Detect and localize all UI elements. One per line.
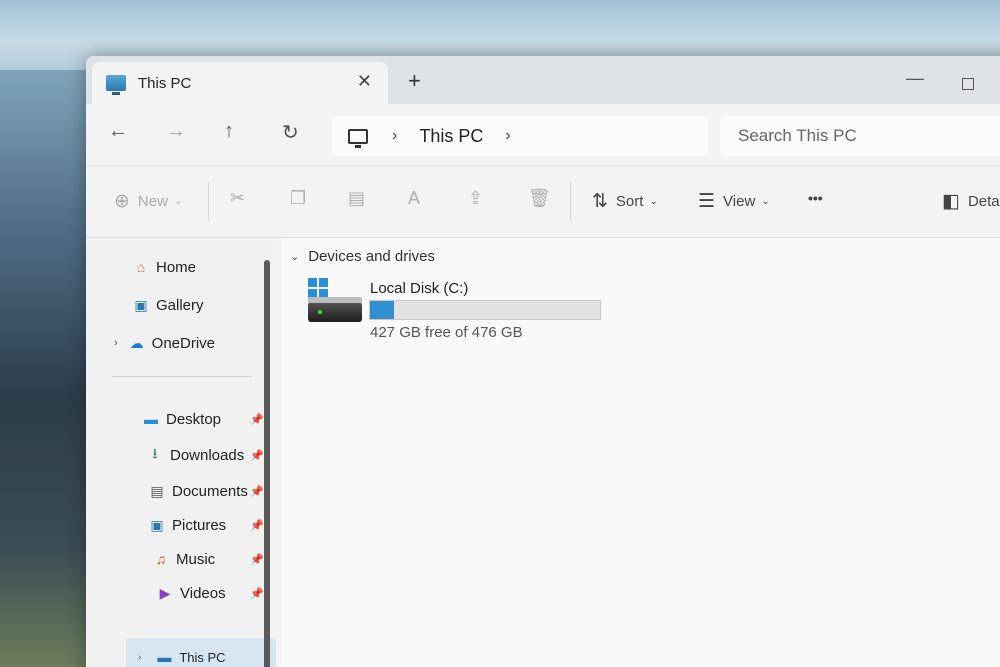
chevron-down-icon: ⌄ <box>761 196 770 207</box>
content-pane: ⌄ Devices and drives Local Disk (C:) 427… <box>282 238 1000 667</box>
copy-icon[interactable]: ❐ <box>290 188 310 210</box>
delete-icon[interactable]: 🗑 <box>528 188 551 210</box>
pin-icon[interactable]: 📌 <box>250 413 264 426</box>
sidebar-item-label: OneDrive <box>151 334 216 352</box>
drive-free-space: 427 GB free of 476 GB <box>370 324 523 341</box>
new-tab-button[interactable]: + <box>408 68 421 94</box>
pictures-icon: ▣ <box>150 516 164 533</box>
this-pc-icon <box>106 75 126 95</box>
pin-icon[interactable]: 📌 <box>250 485 264 498</box>
maximize-button[interactable] <box>962 78 974 90</box>
sidebar-item-onedrive[interactable]: › ☁ OneDrive <box>86 326 276 360</box>
sidebar-item-videos[interactable]: ▶ Videos 📌 <box>86 576 276 610</box>
sort-label: Sort <box>615 193 644 210</box>
sidebar-item-label: Documents <box>172 482 248 500</box>
chevron-down-icon: ⌄ <box>649 196 658 207</box>
chevron-right-icon[interactable]: › <box>505 127 510 145</box>
sidebar-item-this-pc[interactable]: › ▬ This PC <box>86 640 276 667</box>
file-explorer-window: This PC ✕ + — ← → ↑ ↻ › This PC › Search… <box>86 56 1000 667</box>
drive-name: Local Disk (C:) <box>370 280 469 297</box>
sidebar-divider <box>112 376 252 377</box>
sidebar-item-label: Gallery <box>156 296 204 314</box>
new-label: New <box>137 193 168 210</box>
more-options-button[interactable]: ••• <box>808 190 823 206</box>
windows-logo-icon <box>308 278 328 298</box>
sidebar-item-label: Music <box>176 550 216 568</box>
tab-title: This PC <box>138 74 192 92</box>
chevron-right-icon[interactable]: › <box>392 127 397 145</box>
view-icon: ☰ <box>698 191 716 212</box>
cut-icon[interactable]: ✂ <box>230 188 250 210</box>
cloud-icon: ☁ <box>129 334 144 351</box>
sidebar-item-label: Desktop <box>166 410 222 428</box>
chevron-right-icon[interactable]: › <box>114 337 118 349</box>
sidebar-item-home[interactable]: ⌂ Home <box>86 250 276 284</box>
sort-button[interactable]: ⇅ Sort ⌄ <box>592 190 658 213</box>
sidebar-item-label: Videos <box>180 584 226 602</box>
pin-icon[interactable]: 📌 <box>250 587 264 600</box>
monitor-icon <box>348 128 368 148</box>
group-header-label: Devices and drives <box>308 248 435 265</box>
hard-drive-icon <box>308 278 364 324</box>
this-pc-icon: ▬ <box>157 649 172 665</box>
sidebar-item-music[interactable]: ♫ Music 📌 <box>86 542 276 576</box>
tab-this-pc[interactable]: This PC ✕ <box>92 62 388 104</box>
view-button[interactable]: ☰ View ⌄ <box>698 190 770 213</box>
navigation-bar: ← → ↑ ↻ › This PC › Search This PC <box>86 104 1000 166</box>
close-tab-icon[interactable]: ✕ <box>357 71 372 92</box>
desktop-icon: ▬ <box>144 411 158 427</box>
music-icon: ♫ <box>155 551 167 567</box>
plus-circle-icon: ⊕ <box>114 191 130 212</box>
chevron-down-icon[interactable]: ⌄ <box>290 250 299 263</box>
gallery-icon: ▣ <box>134 296 148 313</box>
sidebar-item-label: Home <box>156 258 197 276</box>
title-bar: This PC ✕ + — <box>86 56 1000 104</box>
drive-usage-fill <box>370 301 394 319</box>
view-label: View <box>723 193 756 210</box>
chevron-right-icon[interactable]: › <box>138 652 141 663</box>
toolbar-divider <box>570 182 571 222</box>
drive-usage-bar <box>369 300 601 320</box>
videos-icon: ▶ <box>159 584 171 601</box>
details-pane-icon: ◧ <box>942 191 960 212</box>
sidebar-item-label: Pictures <box>172 516 227 534</box>
minimize-button[interactable]: — <box>906 68 924 89</box>
sidebar-scrollbar[interactable] <box>264 260 270 667</box>
group-header-devices[interactable]: ⌄ Devices and drives <box>290 248 435 265</box>
back-button[interactable]: ← <box>108 120 128 143</box>
breadcrumb-this-pc[interactable]: This PC <box>419 126 483 147</box>
sidebar-item-label: Downloads <box>170 446 245 464</box>
pin-icon[interactable]: 📌 <box>250 519 264 532</box>
sidebar-item-desktop[interactable]: ▬ Desktop 📌 <box>86 402 276 436</box>
download-icon: ⭳ <box>152 445 158 461</box>
navigation-pane: ⌂ Home ▣ Gallery › ☁ OneDrive ▬ Desktop … <box>86 238 276 667</box>
paste-icon[interactable]: ▤ <box>348 188 368 210</box>
document-icon: ▤ <box>150 482 164 499</box>
command-bar: ⊕ New ⌄ ✂ ❐ ▤ A ⇪ 🗑 ⇅ Sort ⌄ ☰ View ⌄ ••… <box>86 166 1000 238</box>
details-label: Detai <box>967 193 1000 210</box>
sidebar-item-downloads[interactable]: ⭳ Downloads 📌 <box>86 438 276 472</box>
rename-icon[interactable]: A <box>408 188 428 210</box>
home-icon: ⌂ <box>136 259 146 275</box>
sidebar-item-gallery[interactable]: ▣ Gallery <box>86 288 276 322</box>
forward-button[interactable]: → <box>166 120 186 143</box>
refresh-button[interactable]: ↻ <box>282 120 299 145</box>
pin-icon[interactable]: 📌 <box>250 449 264 462</box>
up-button[interactable]: ↑ <box>224 120 234 143</box>
toolbar-divider <box>208 182 209 222</box>
address-bar[interactable]: › This PC › <box>332 116 708 156</box>
new-button[interactable]: ⊕ New ⌄ <box>114 190 182 213</box>
pin-icon[interactable]: 📌 <box>250 553 264 566</box>
sidebar-item-label: This PC <box>179 649 226 665</box>
sidebar-item-documents[interactable]: ▤ Documents 📌 <box>86 474 276 508</box>
share-icon[interactable]: ⇪ <box>468 188 488 210</box>
sidebar-item-pictures[interactable]: ▣ Pictures 📌 <box>86 508 276 542</box>
sort-icon: ⇅ <box>592 191 608 212</box>
details-button[interactable]: ◧ Detai <box>942 190 1000 213</box>
desktop-wallpaper <box>0 70 95 667</box>
search-input[interactable]: Search This PC <box>720 116 1000 156</box>
chevron-down-icon: ⌄ <box>173 196 183 207</box>
